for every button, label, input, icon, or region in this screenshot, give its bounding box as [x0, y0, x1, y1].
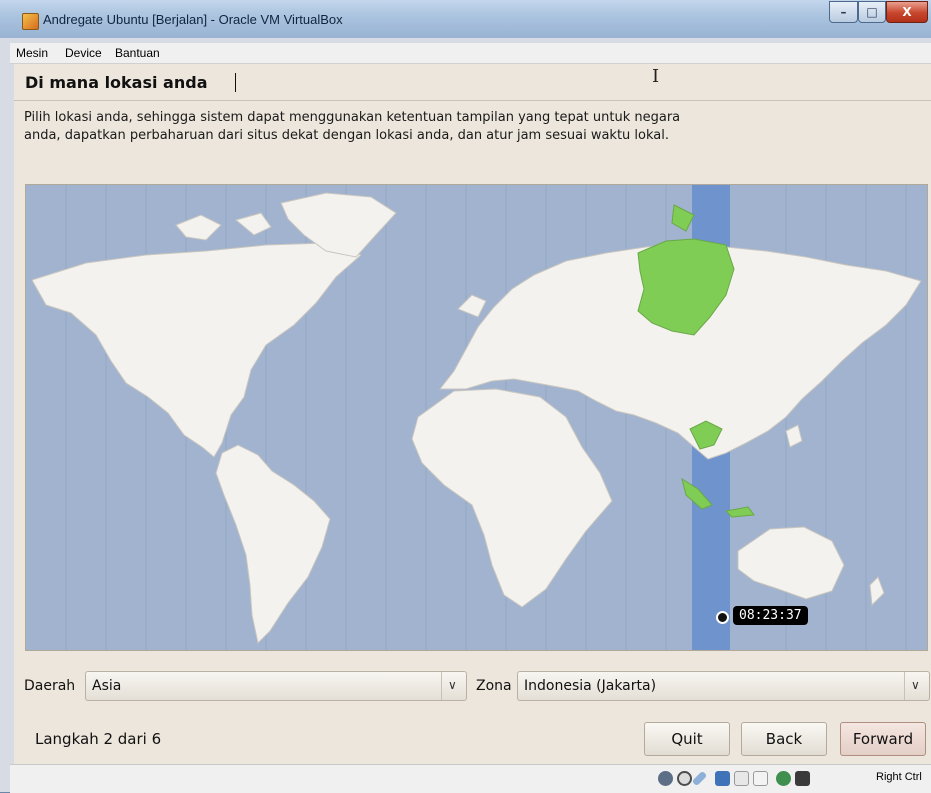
region-dropdown-arrow[interactable]: ∨ — [441, 672, 466, 700]
cd-icon[interactable] — [677, 771, 692, 786]
chevron-down-icon: ∨ — [911, 678, 920, 692]
installer-page: Di mana lokasi anda I Pilih lokasi anda,… — [14, 64, 931, 764]
chevron-down-icon: ∨ — [448, 678, 457, 692]
menu-mesin[interactable]: Mesin — [16, 46, 48, 60]
page-description: Pilih lokasi anda, sehingga sistem dapat… — [24, 110, 681, 143]
minimize-icon: – — [840, 5, 847, 19]
host-key-label: Right Ctrl — [876, 771, 922, 783]
menu-bar: Mesin Device Bantuan — [10, 43, 931, 64]
menu-bantuan[interactable]: Bantuan — [115, 46, 160, 60]
region-select[interactable]: Asia ∨ — [85, 671, 467, 701]
virtualbox-window: Andregate Ubuntu [Berjalan] - Oracle VM … — [0, 0, 931, 793]
window-title: Andregate Ubuntu [Berjalan] - Oracle VM … — [43, 12, 343, 27]
shared-folder-icon[interactable] — [734, 771, 749, 786]
page-title: Di mana lokasi anda — [25, 73, 208, 92]
quit-button-label: Quit — [671, 730, 703, 748]
zone-select[interactable]: Indonesia (Jakarta) ∨ — [517, 671, 930, 701]
divider — [14, 100, 931, 101]
back-button[interactable]: Back — [741, 722, 827, 756]
virtualbox-app-icon — [22, 13, 39, 30]
maximize-icon: □ — [866, 5, 878, 19]
text-cursor-icon: I — [652, 66, 660, 87]
status-bar: Right Ctrl — [10, 764, 931, 793]
forward-button[interactable]: Forward — [840, 722, 926, 756]
region-label: Daerah — [24, 678, 76, 694]
zone-select-value: Indonesia (Jakarta) — [524, 678, 657, 694]
back-button-label: Back — [765, 730, 803, 748]
minimize-button[interactable]: – — [829, 1, 858, 23]
local-time-tooltip: 08:23:37 — [733, 606, 808, 625]
menu-device[interactable]: Device — [65, 46, 102, 60]
close-icon: X — [902, 5, 912, 19]
network-icon[interactable] — [715, 771, 730, 786]
mouse-integration-icon[interactable] — [795, 771, 810, 786]
timezone-map[interactable]: 08:23:37 — [25, 184, 928, 651]
step-indicator: Langkah 2 dari 6 — [35, 730, 162, 748]
hard-disk-icon[interactable] — [658, 771, 673, 786]
capture-icon[interactable] — [776, 771, 791, 786]
zone-label: Zona — [476, 678, 512, 694]
zone-dropdown-arrow[interactable]: ∨ — [904, 672, 929, 700]
close-button[interactable]: X — [886, 1, 928, 23]
usb-icon[interactable] — [691, 770, 708, 787]
quit-button[interactable]: Quit — [644, 722, 730, 756]
world-map-graphic — [31, 185, 922, 650]
title-bar[interactable]: Andregate Ubuntu [Berjalan] - Oracle VM … — [0, 0, 931, 38]
text-caret — [235, 73, 236, 92]
display-icon[interactable] — [753, 771, 768, 786]
region-select-value: Asia — [92, 678, 122, 694]
location-pin-icon[interactable] — [716, 611, 729, 624]
forward-button-label: Forward — [852, 730, 914, 748]
maximize-button[interactable]: □ — [858, 1, 886, 23]
